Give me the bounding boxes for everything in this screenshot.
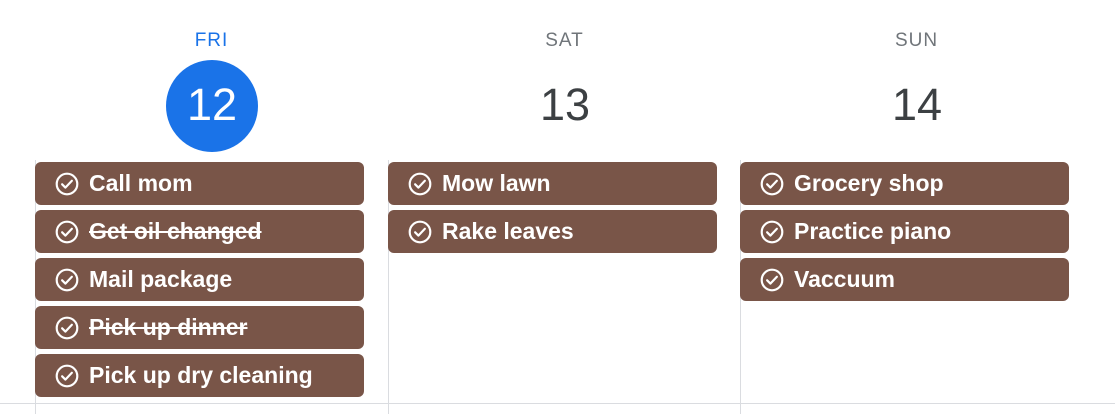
day-header: SUN 14 [740,0,1093,160]
task-chip[interactable]: Pick up dry cleaning [35,354,364,397]
check-circle-icon [408,172,432,195]
task-chip-completed[interactable]: Pick up dinner [35,306,364,349]
day-column-fri: FRI 12 Call mom Get oil changed Mail pac… [35,0,388,414]
task-label: Rake leaves [442,218,574,244]
task-chip[interactable]: Rake leaves [388,210,717,253]
check-circle-icon [760,268,784,291]
task-label: Mail package [89,266,233,292]
task-label: Mow lawn [442,170,551,196]
task-label: Pick up dinner [89,314,248,340]
weekday-label: FRI [194,30,229,51]
check-circle-icon [55,268,79,291]
task-chip[interactable]: Mail package [35,258,364,301]
calendar-week-view: FRI 12 Call mom Get oil changed Mail pac… [0,0,1115,414]
day-header: FRI 12 [35,0,388,160]
check-circle-icon [760,220,784,243]
weekday-label: SAT [545,30,584,51]
task-label: Get oil changed [89,218,262,244]
day-column-sun: SUN 14 Grocery shop Practice piano Vaccu… [740,0,1093,414]
task-label: Grocery shop [794,170,944,196]
task-chip[interactable]: Call mom [35,162,364,205]
date-number-today[interactable]: 12 [166,60,258,152]
task-label: Call mom [89,170,193,196]
check-circle-icon [55,316,79,339]
task-chip[interactable]: Mow lawn [388,162,717,205]
day-header: SAT 13 [388,0,741,160]
check-circle-icon [408,220,432,243]
date-number[interactable]: 14 [871,60,963,152]
check-circle-icon [760,172,784,195]
date-number[interactable]: 13 [519,60,611,152]
task-list: Grocery shop Practice piano Vaccuum [740,162,1069,306]
check-circle-icon [55,220,79,243]
task-list: Mow lawn Rake leaves [388,162,717,258]
check-circle-icon [55,364,79,387]
task-label: Pick up dry cleaning [89,362,313,388]
weekday-label: SUN [894,30,939,51]
task-label: Vaccuum [794,266,895,292]
day-column-sat: SAT 13 Mow lawn Rake leaves [388,0,741,414]
task-chip[interactable]: Grocery shop [740,162,1069,205]
task-list: Call mom Get oil changed Mail package Pi… [35,162,364,402]
task-chip-completed[interactable]: Get oil changed [35,210,364,253]
task-chip[interactable]: Practice piano [740,210,1069,253]
task-label: Practice piano [794,218,952,244]
check-circle-icon [55,172,79,195]
task-chip[interactable]: Vaccuum [740,258,1069,301]
